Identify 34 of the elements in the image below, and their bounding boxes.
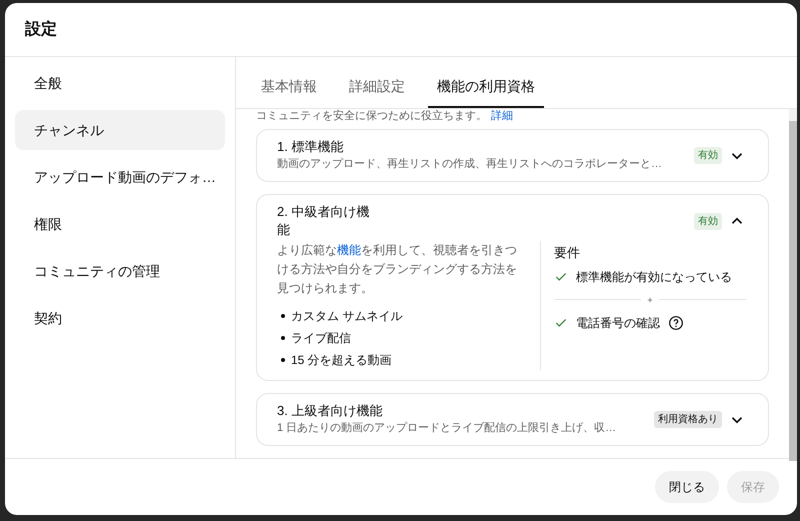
intro-text: コミュニティを安全に保つために役立ちます。 bbox=[256, 110, 487, 122]
feature-summary: 1 日あたりの動画のアップロードとライブ配信の上限引き上げ、収… bbox=[277, 420, 616, 436]
requirements-heading: 要件 bbox=[554, 244, 581, 262]
feature-title: 2. 中級者向け機能 bbox=[277, 203, 370, 239]
sidebar-item[interactable]: 全般 bbox=[15, 63, 225, 103]
requirement-text: 電話番号の確認 bbox=[576, 314, 660, 332]
plus-separator: + bbox=[646, 294, 654, 304]
sidebar-item[interactable]: 契約 bbox=[15, 298, 225, 338]
status-badge: 利用資格あり bbox=[654, 411, 722, 428]
status-badge: 有効 bbox=[694, 212, 722, 230]
tab[interactable]: 機能の利用資格 bbox=[428, 66, 544, 108]
bullet-icon bbox=[281, 358, 285, 362]
feature-summary: 動画のアップロード、再生リストの作成、再生リストへのコラボレーターと… bbox=[277, 156, 662, 172]
requirement-text: 標準機能が有効になっている bbox=[576, 268, 732, 286]
close-button[interactable]: 閉じる bbox=[655, 471, 719, 503]
bullet-icon bbox=[281, 314, 285, 318]
status-badge: 有効 bbox=[694, 147, 722, 164]
feature-list-item: 15 分を超える動画 bbox=[291, 352, 392, 369]
bullet-icon bbox=[281, 336, 285, 340]
feature-title: 3. 上級者向け機能 bbox=[277, 402, 384, 420]
sidebar-item[interactable]: チャンネル bbox=[15, 110, 225, 150]
sidebar-item[interactable]: 権限 bbox=[15, 204, 225, 244]
tab[interactable]: 詳細設定 bbox=[340, 66, 414, 108]
sidebar-item[interactable]: コミュニティの管理 bbox=[15, 251, 225, 291]
features-link[interactable]: 機能 bbox=[337, 243, 361, 257]
sidebar-item[interactable]: アップロード動画のデフォ… bbox=[15, 157, 225, 197]
tab[interactable]: 基本情報 bbox=[252, 66, 326, 108]
details-link[interactable]: 詳細 bbox=[491, 110, 513, 122]
help-icon[interactable] bbox=[668, 314, 684, 330]
feature-list-item: ライブ配信 bbox=[291, 330, 351, 347]
feature-list-item: カスタム サムネイル bbox=[291, 308, 402, 325]
feature-description: より広範な機能を利用して、視聴者を引きつける方法や自分をブランディングする方法を見つけられます。 bbox=[277, 242, 518, 297]
feature-title: 1. 標準機能 bbox=[277, 138, 344, 156]
dialog-title: 設定 bbox=[25, 19, 57, 40]
